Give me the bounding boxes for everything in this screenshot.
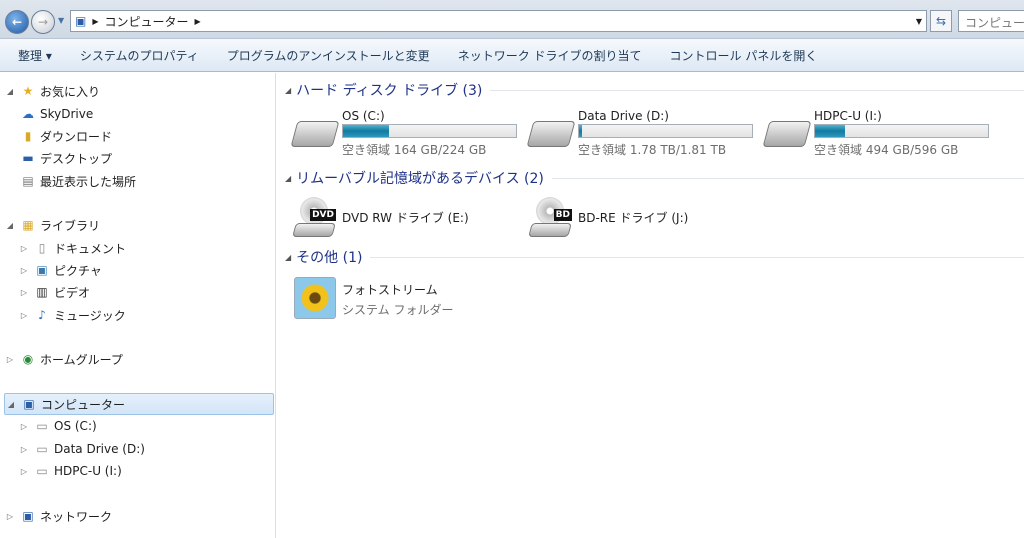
sidebar-item-favorites[interactable]: ◢ ★ お気に入り (4, 80, 274, 102)
usage-bar-fill (579, 125, 582, 137)
drive-bd-re-j[interactable]: BD BD-RE ドライブ (J:) (528, 195, 688, 239)
organize-button[interactable]: 整理 ▾ (18, 47, 52, 64)
desktop-icon: ▬ (22, 151, 34, 165)
sunflower-icon (294, 277, 336, 319)
sidebar-item-videos[interactable]: ▷ ▥ ビデオ (18, 281, 288, 303)
address-bar[interactable]: ▣ ▶ コンピューター ▶ ▼ (70, 10, 927, 32)
sidebar-item-hdpc-u-i[interactable]: ▷ ▭ HDPC-U (I:) (18, 460, 288, 482)
drive-os-c[interactable]: OS (C:) 空き領域 164 GB/224 GB (290, 109, 524, 157)
breadcrumb-separator-icon[interactable]: ▶ (195, 17, 201, 26)
usage-bar (342, 124, 517, 138)
expand-arrow-icon[interactable]: ▷ (4, 512, 16, 521)
hard-drive-icon (762, 121, 812, 147)
dvd-drive-icon: DVD (292, 197, 336, 237)
system-properties-button[interactable]: システムのプロパティ (80, 47, 199, 64)
sidebar-item-homegroup[interactable]: ▷ ◉ ホームグループ (4, 348, 274, 370)
expand-arrow-icon[interactable]: ▷ (18, 288, 30, 297)
back-button[interactable]: ← (5, 10, 29, 34)
address-dropdown-icon[interactable]: ▼ (916, 17, 922, 26)
sidebar-item-data-drive-d[interactable]: ▷ ▭ Data Drive (D:) (18, 438, 288, 460)
navigation-pane: ◢ ★ お気に入り ☁ SkyDrive ▮ ダウンロード ▬ デスクトップ ▤ 最近表示し… (0, 73, 276, 538)
divider (370, 256, 1024, 258)
sidebar-item-music[interactable]: ▷ ♪ ミュージック (18, 304, 288, 326)
expand-arrow-icon[interactable]: ▷ (18, 311, 30, 320)
computer-icon: ▣ (23, 397, 35, 411)
content-pane: ◢ ハード ディスク ドライブ (3) OS (C:) 空き領域 164 GB/2… (277, 73, 1024, 538)
group-header-removable-storage[interactable]: ◢ リムーバブル記憶域があるデバイス (2) (285, 168, 1024, 188)
divider (490, 89, 1024, 91)
expand-arrow-icon[interactable]: ▷ (18, 266, 30, 275)
bd-drive-icon: BD (528, 197, 572, 237)
drive-hdpc-u-i[interactable]: HDPC-U (I:) 空き領域 494 GB/596 GB (762, 109, 996, 157)
computer-icon: ▣ (75, 14, 87, 28)
group-header-other[interactable]: ◢ その他 (1) (285, 247, 1024, 267)
breadcrumb-computer[interactable]: コンピューター (105, 13, 189, 30)
map-network-drive-button[interactable]: ネットワーク ドライブの割り当て (458, 47, 642, 64)
divider (551, 177, 1024, 179)
breadcrumb-separator-icon[interactable]: ▶ (92, 17, 98, 26)
sidebar-item-skydrive[interactable]: ☁ SkyDrive (16, 103, 286, 125)
sidebar-item-os-c[interactable]: ▷ ▭ OS (C:) (18, 415, 288, 437)
recent-pages-dropdown[interactable]: ▼ (58, 16, 64, 25)
command-bar: 整理 ▾ システムのプロパティ プログラムのアンインストールと変更 ネットワーク… (0, 38, 1024, 72)
star-icon: ★ (22, 84, 34, 98)
search-input[interactable]: コンピューター の検索 (958, 10, 1024, 32)
sidebar-item-computer[interactable]: ◢ ▣ コンピューター (4, 393, 274, 415)
sidebar-item-desktop[interactable]: ▬ デスクトップ (16, 147, 286, 169)
video-icon: ▥ (36, 285, 48, 299)
refresh-button[interactable]: ⇆ (930, 10, 952, 32)
expand-arrow-icon[interactable]: ▷ (18, 467, 30, 476)
sidebar-item-pictures[interactable]: ▷ ▣ ピクチャ (18, 259, 288, 281)
cloud-icon: ☁ (22, 107, 34, 121)
drive-dvd-rw-e[interactable]: DVD DVD RW ドライブ (E:) (292, 195, 469, 239)
expand-arrow-icon[interactable]: ▷ (18, 244, 30, 253)
music-icon: ♪ (38, 308, 46, 322)
network-icon: ▣ (22, 509, 34, 523)
usage-bar-fill (343, 125, 390, 137)
expand-arrow-icon[interactable]: ▷ (18, 445, 30, 454)
library-icon: ▦ (22, 218, 34, 232)
uninstall-program-button[interactable]: プログラムのアンインストールと変更 (227, 47, 430, 64)
collapse-arrow-icon[interactable]: ◢ (4, 221, 16, 230)
open-control-panel-button[interactable]: コントロール パネルを開く (670, 47, 818, 64)
system-drive-icon (290, 121, 340, 147)
group-header-hard-disk-drives[interactable]: ◢ ハード ディスク ドライブ (3) (285, 80, 1024, 100)
sidebar-item-documents[interactable]: ▷ ▯ ドキュメント (18, 237, 288, 259)
sidebar-item-network[interactable]: ▷ ▣ ネットワーク (4, 505, 274, 527)
document-icon: ▯ (38, 241, 46, 255)
sidebar-item-recent-places[interactable]: ▤ 最近表示した場所 (16, 170, 286, 192)
usage-bar (578, 124, 753, 138)
collapse-arrow-icon[interactable]: ◢ (5, 400, 17, 409)
expand-arrow-icon[interactable]: ▷ (4, 355, 16, 364)
recent-places-icon: ▤ (22, 174, 34, 188)
drive-data-drive-d[interactable]: Data Drive (D:) 空き領域 1.78 TB/1.81 TB (526, 109, 760, 157)
downloads-folder-icon: ▮ (24, 129, 32, 143)
collapse-arrow-icon[interactable]: ◢ (285, 174, 291, 183)
usage-bar (814, 124, 989, 138)
hard-drive-icon: ▭ (36, 464, 48, 478)
sidebar-item-downloads[interactable]: ▮ ダウンロード (16, 125, 286, 147)
navigation-bar: ← → ▼ ▣ ▶ コンピューター ▶ ▼ ⇆ コンピューター の検索 (0, 0, 1024, 38)
hard-drive-icon (526, 121, 576, 147)
system-drive-icon: ▭ (36, 419, 48, 433)
collapse-arrow-icon[interactable]: ◢ (285, 253, 291, 262)
photo-stream-item[interactable]: フォトストリーム システム フォルダー (294, 277, 453, 321)
expand-arrow-icon[interactable]: ▷ (18, 422, 30, 431)
sidebar-item-libraries[interactable]: ◢ ▦ ライブラリ (4, 214, 274, 236)
pictures-icon: ▣ (36, 263, 48, 277)
collapse-arrow-icon[interactable]: ◢ (285, 86, 291, 95)
collapse-arrow-icon[interactable]: ◢ (4, 87, 16, 96)
hard-drive-icon: ▭ (36, 442, 48, 456)
homegroup-icon: ◉ (22, 352, 34, 366)
forward-button[interactable]: → (31, 10, 55, 34)
usage-bar-fill (815, 125, 845, 137)
